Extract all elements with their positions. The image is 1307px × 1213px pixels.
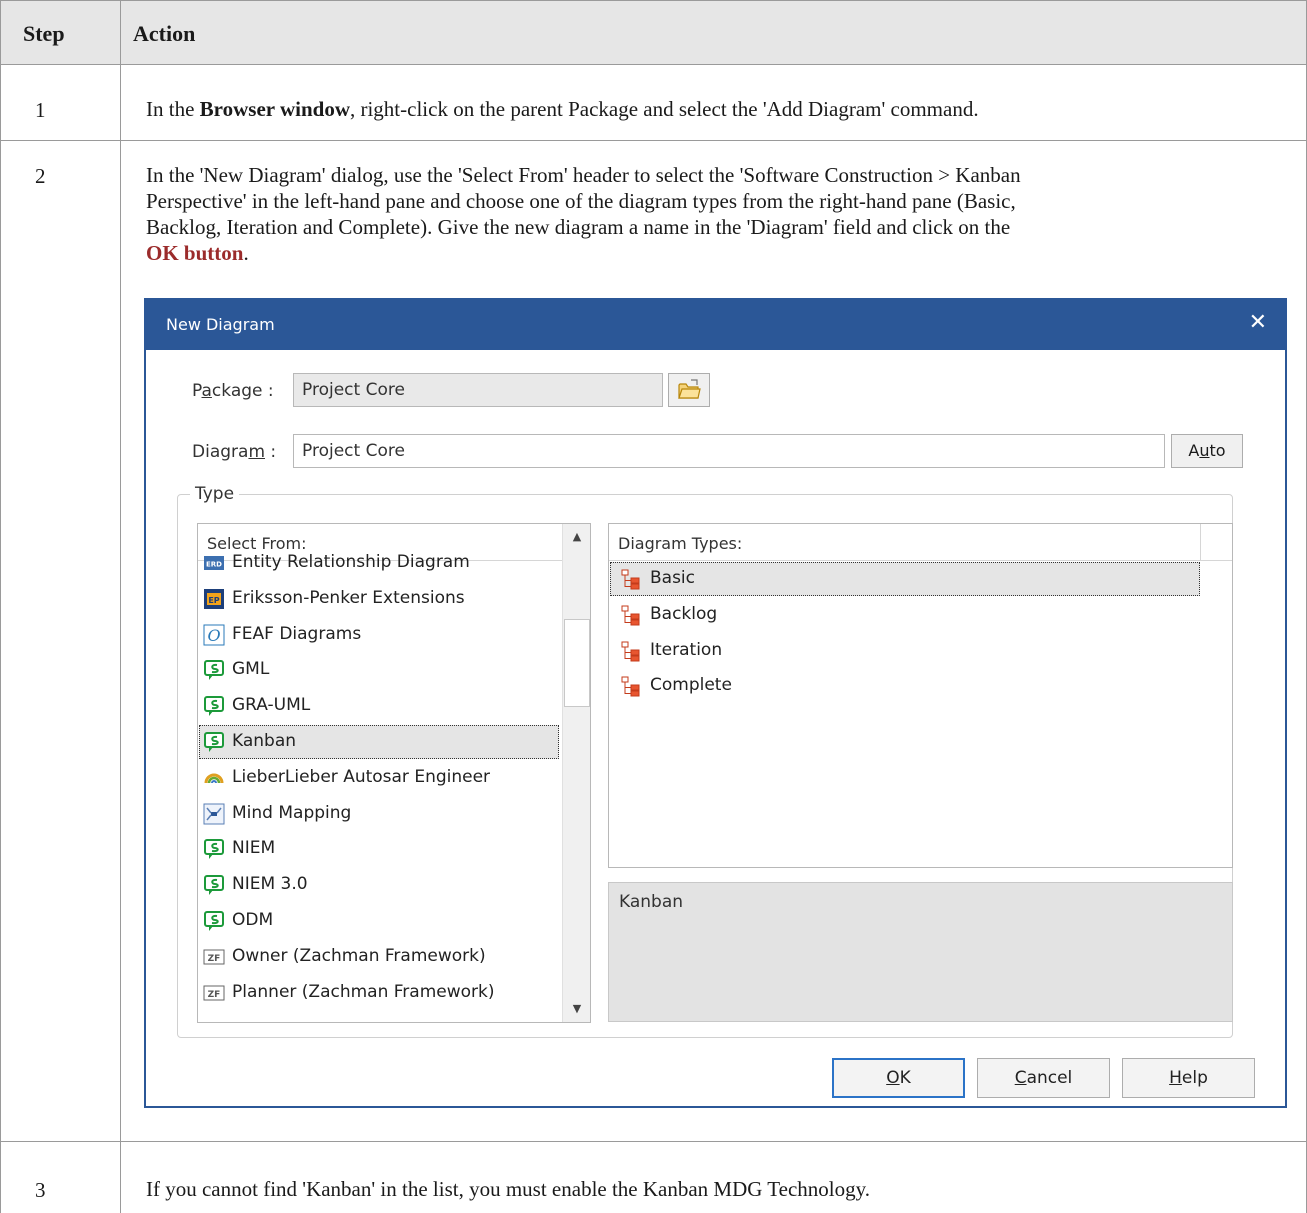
select-from-item-label: Planner (Zachman Framework): [232, 981, 495, 1002]
erd-icon: ERD: [203, 552, 225, 574]
step-number-3: 3: [35, 1178, 46, 1202]
diagram-types-list[interactable]: Diagram Types: Basic Backlog Iteration Comp…: [608, 523, 1233, 868]
diagram-type-label: Basic: [650, 568, 696, 588]
select-from-item[interactable]: O FEAF Diagrams: [199, 618, 559, 652]
help-button[interactable]: Help: [1122, 1058, 1255, 1098]
diagram-name-input[interactable]: Project Core: [293, 434, 1165, 468]
diagram-type-item[interactable]: Complete: [610, 669, 1200, 703]
browser-window-ref: Browser window: [199, 97, 350, 121]
step-2-action: In the 'New Diagram' dialog, use the 'Se…: [146, 163, 1021, 265]
mdg-icon: [203, 695, 225, 717]
select-from-item[interactable]: Kanban: [199, 725, 559, 759]
diagram-type-label: Iteration: [650, 639, 723, 660]
diagram-type-label: Backlog: [650, 603, 718, 624]
select-from-item-label: Eriksson-Penker Extensions: [232, 587, 465, 608]
mdg-icon: [203, 659, 225, 681]
cancel-button[interactable]: Cancel: [977, 1058, 1110, 1098]
diagram-type-icon: [620, 604, 642, 626]
diagram-type-item[interactable]: Iteration: [610, 634, 1200, 668]
feaf-icon: O: [203, 624, 225, 646]
svg-text:ZF: ZF: [208, 990, 221, 1000]
browse-package-button[interactable]: [668, 373, 710, 407]
dialog-titlebar: New Diagram ✕: [146, 300, 1285, 350]
step-number-1: 1: [35, 98, 46, 122]
select-from-item-label: FEAF Diagrams: [232, 623, 362, 644]
diagram-type-item[interactable]: Basic: [610, 562, 1200, 596]
table-header-row: Step Action: [1, 0, 1306, 65]
step-number-2: 2: [35, 164, 46, 188]
package-field[interactable]: Project Core: [293, 373, 663, 407]
zachman-icon: ZF: [203, 982, 225, 1004]
column-divider: [120, 0, 121, 1213]
select-from-list[interactable]: Select From: ERD Entity Relationship Diag…: [197, 523, 591, 1023]
step-3-action: If you cannot find 'Kanban' in the list,…: [146, 1177, 871, 1201]
new-diagram-dialog: New Diagram ✕ Package : Project Core Dia…: [144, 298, 1287, 1108]
select-from-item[interactable]: NIEM: [199, 832, 559, 866]
select-from-item-label: Entity Relationship Diagram: [232, 552, 470, 572]
folder-icon: [678, 379, 701, 399]
mindmap-icon: [203, 803, 225, 825]
mdg-icon: [203, 731, 225, 753]
select-from-item-label: Kanban: [232, 731, 297, 751]
ep-icon: EP: [203, 588, 225, 610]
ok-button[interactable]: OK: [832, 1058, 965, 1098]
select-from-item[interactable]: LieberLieber Autosar Engineer: [199, 761, 559, 795]
mdg-icon: [203, 874, 225, 896]
svg-text:ZF: ZF: [208, 954, 221, 964]
select-from-item[interactable]: ZF Owner (Zachman Framework): [199, 940, 559, 974]
select-from-item[interactable]: ERD Entity Relationship Diagram: [199, 546, 559, 580]
select-from-item[interactable]: ZF Planner (Zachman Framework): [199, 976, 559, 1010]
zachman-icon: ZF: [203, 946, 225, 968]
auto-button[interactable]: Auto: [1171, 434, 1243, 468]
dialog-title: New Diagram: [166, 315, 275, 334]
scroll-thumb[interactable]: [564, 619, 590, 707]
select-from-item-label: LieberLieber Autosar Engineer: [232, 766, 491, 787]
diagram-type-icon: [620, 675, 642, 697]
select-from-item[interactable]: EP Eriksson-Penker Extensions: [199, 582, 559, 616]
select-from-item[interactable]: Mind Mapping: [199, 797, 559, 831]
steps-table: Step Action 1 In the Browser window, rig…: [0, 0, 1307, 1213]
type-group-title: Type: [190, 484, 240, 504]
row-separator: [1, 1141, 1306, 1142]
step-1-action: In the Browser window, right-click on th…: [146, 97, 979, 121]
svg-text:ERD: ERD: [206, 561, 222, 569]
diagram-types-header: Diagram Types:: [609, 524, 1232, 561]
lieberlieber-icon: [203, 767, 225, 789]
scroll-down-arrow[interactable]: ▼: [563, 998, 590, 1020]
svg-text:EP: EP: [208, 596, 219, 605]
select-from-item[interactable]: NIEM 3.0: [199, 868, 559, 902]
select-from-item-label: GRA-UML: [232, 695, 311, 716]
select-from-item[interactable]: GML: [199, 653, 559, 687]
diagram-type-icon: [620, 568, 642, 590]
diagram-type-icon: [620, 640, 642, 662]
action-column-header: Action: [133, 21, 196, 46]
row-separator: [1, 140, 1306, 141]
select-from-item-label: Mind Mapping: [232, 802, 352, 823]
select-from-item-label: NIEM: [232, 838, 276, 859]
mdg-icon: [203, 838, 225, 860]
svg-text:O: O: [207, 626, 220, 645]
ok-button-ref: OK button: [146, 241, 244, 265]
diagram-type-label: Complete: [650, 675, 732, 696]
package-label: Package :: [192, 381, 274, 401]
diagram-type-item[interactable]: Backlog: [610, 598, 1200, 632]
select-from-scrollbar[interactable]: ▲ ▼: [562, 524, 590, 1022]
close-icon[interactable]: ✕: [1249, 310, 1267, 335]
select-from-item-label: ODM: [232, 910, 274, 930]
select-from-item[interactable]: ODM: [199, 904, 559, 938]
select-from-item-label: Owner (Zachman Framework): [232, 945, 486, 966]
step-column-header: Step: [23, 21, 65, 46]
select-from-item-label: NIEM 3.0: [232, 874, 308, 895]
select-from-item-label: GML: [232, 659, 270, 680]
diagram-description: Kanban: [608, 882, 1233, 1022]
scroll-up-arrow[interactable]: ▲: [563, 526, 590, 548]
mdg-icon: [203, 910, 225, 932]
diagram-label: Diagram :: [192, 442, 277, 462]
select-from-item[interactable]: GRA-UML: [199, 689, 559, 723]
